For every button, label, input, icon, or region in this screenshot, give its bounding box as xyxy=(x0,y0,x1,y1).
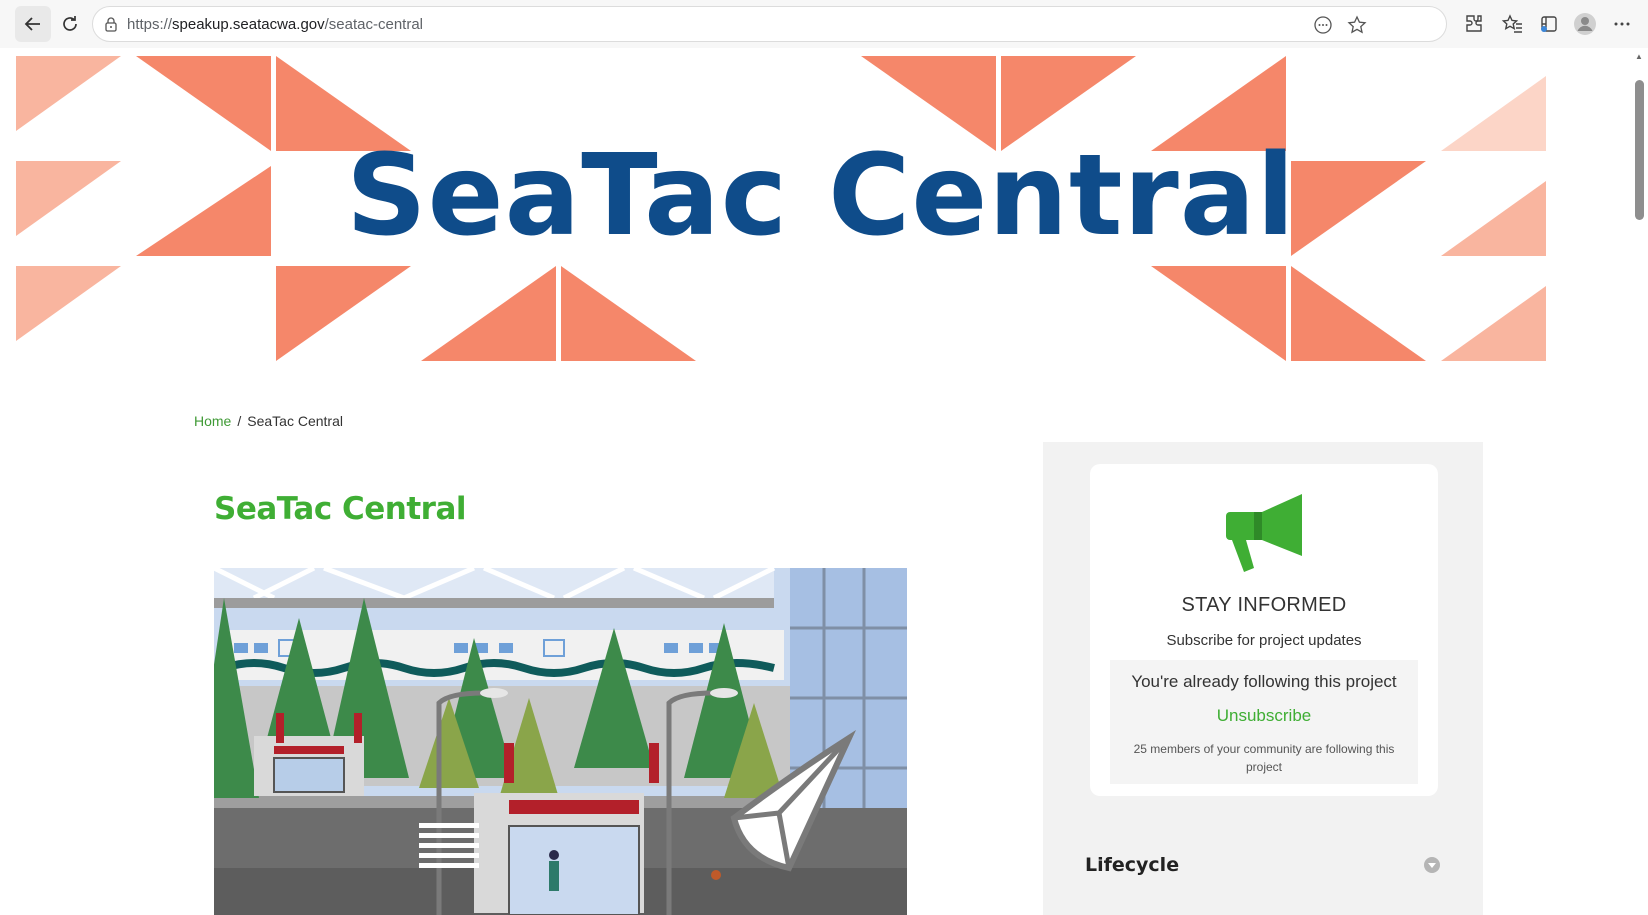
following-box: You're already following this project Un… xyxy=(1110,660,1418,784)
page-title: SeaTac Central xyxy=(214,491,467,527)
page-viewport: SeaTac Central Home / SeaTac Central SeaTa… xyxy=(16,48,1631,915)
members-following-text: 25 members of your community are followi… xyxy=(1133,742,1395,774)
banner-title: SeaTac Central xyxy=(346,131,1296,261)
more-options-circle-icon[interactable] xyxy=(1313,15,1333,35)
stay-informed-card: STAY INFORMED Subscribe for project upda… xyxy=(1090,464,1438,796)
reload-icon xyxy=(63,16,77,31)
url-prefix: https:// xyxy=(127,16,173,33)
url-host: speakup.seatacwa.gov xyxy=(172,16,325,33)
subscribe-text: Subscribe for project updates xyxy=(1166,632,1362,649)
lock-icon[interactable] xyxy=(103,16,119,32)
extensions-icon[interactable] xyxy=(1462,12,1486,36)
collections-icon[interactable] xyxy=(1537,12,1561,36)
url-path: /seatac-central xyxy=(324,16,424,33)
url-text[interactable]: https://speakup.seatacwa.gov/seatac-cent… xyxy=(127,16,423,33)
hero-illustration xyxy=(214,568,907,915)
star-icon[interactable] xyxy=(1347,15,1367,35)
unsubscribe-link[interactable]: Unsubscribe xyxy=(1110,706,1418,726)
sidebar-panel: STAY INFORMED Subscribe for project upda… xyxy=(1043,442,1483,915)
breadcrumb-separator: / xyxy=(237,413,242,429)
following-status-text: You're already following this project xyxy=(1131,672,1397,691)
breadcrumb-home-link[interactable]: Home xyxy=(194,413,231,429)
breadcrumb-current: SeaTac Central xyxy=(247,413,343,429)
lifecycle-expand-button[interactable] xyxy=(1424,857,1440,873)
profile-avatar-icon[interactable] xyxy=(1573,12,1597,36)
arrow-left-icon xyxy=(24,17,40,31)
breadcrumb: Home / SeaTac Central xyxy=(194,413,343,429)
scrollbar-thumb[interactable] xyxy=(1635,80,1644,220)
browser-toolbar: https://speakup.seatacwa.gov/seatac-cent… xyxy=(0,0,1648,48)
page-scrollbar[interactable]: ▲ xyxy=(1631,48,1648,915)
reload-button[interactable] xyxy=(52,6,88,42)
stay-informed-heading: STAY INFORMED xyxy=(1181,594,1347,616)
address-bar[interactable]: https://speakup.seatacwa.gov/seatac-cent… xyxy=(92,6,1447,42)
favorites-icon[interactable] xyxy=(1500,12,1524,36)
back-button[interactable] xyxy=(15,6,51,42)
chevron-down-icon xyxy=(1428,863,1436,868)
megaphone-icon xyxy=(1226,494,1302,572)
scroll-up-arrow-icon[interactable]: ▲ xyxy=(1635,52,1643,61)
lifecycle-heading: Lifecycle xyxy=(1085,854,1180,876)
settings-more-icon[interactable] xyxy=(1610,12,1634,36)
